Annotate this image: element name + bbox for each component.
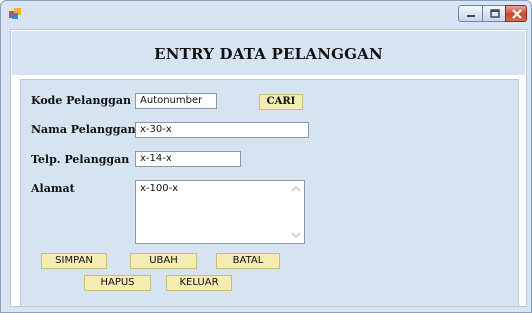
app-window: ENTRY DATA PELANGGAN Kode Pelanggan Auto… bbox=[0, 0, 532, 313]
alamat-scrollbar[interactable] bbox=[288, 181, 304, 243]
close-icon bbox=[512, 9, 522, 19]
kode-pelanggan-input[interactable]: Autonumber bbox=[135, 93, 217, 109]
keluar-button[interactable]: KELUAR bbox=[166, 275, 232, 291]
alamat-label: Alamat bbox=[31, 182, 75, 195]
hapus-button[interactable]: HAPUS bbox=[84, 275, 151, 291]
minimize-icon bbox=[467, 15, 475, 17]
nama-pelanggan-label: Nama Pelanggan bbox=[31, 123, 136, 136]
app-icon bbox=[9, 8, 21, 19]
scroll-up-icon bbox=[291, 186, 301, 192]
alamat-textarea[interactable]: x-100-x bbox=[135, 180, 305, 244]
title-bar[interactable] bbox=[1, 1, 531, 29]
batal-button[interactable]: BATAL bbox=[216, 253, 280, 269]
minimize-button[interactable] bbox=[458, 5, 483, 22]
simpan-button[interactable]: SIMPAN bbox=[41, 253, 107, 269]
cari-button[interactable]: CARI bbox=[259, 94, 303, 110]
close-button[interactable] bbox=[505, 5, 527, 22]
scroll-down-icon bbox=[291, 232, 301, 238]
telp-pelanggan-label: Telp. Pelanggan bbox=[31, 153, 130, 166]
kode-pelanggan-label: Kode Pelanggan bbox=[31, 94, 131, 107]
ubah-button[interactable]: UBAH bbox=[130, 253, 197, 269]
form-title: ENTRY DATA PELANGGAN bbox=[154, 45, 383, 63]
entry-panel: Kode Pelanggan Autonumber CARI Nama Pela… bbox=[20, 79, 519, 307]
alamat-text: x-100-x bbox=[140, 183, 179, 194]
form-client-area: ENTRY DATA PELANGGAN Kode Pelanggan Auto… bbox=[10, 29, 527, 307]
telp-pelanggan-input[interactable]: x-14-x bbox=[135, 151, 241, 167]
nama-pelanggan-input[interactable]: x-30-x bbox=[135, 122, 309, 138]
form-header: ENTRY DATA PELANGGAN bbox=[12, 31, 525, 75]
maximize-icon bbox=[490, 9, 500, 18]
maximize-button[interactable] bbox=[482, 5, 506, 22]
